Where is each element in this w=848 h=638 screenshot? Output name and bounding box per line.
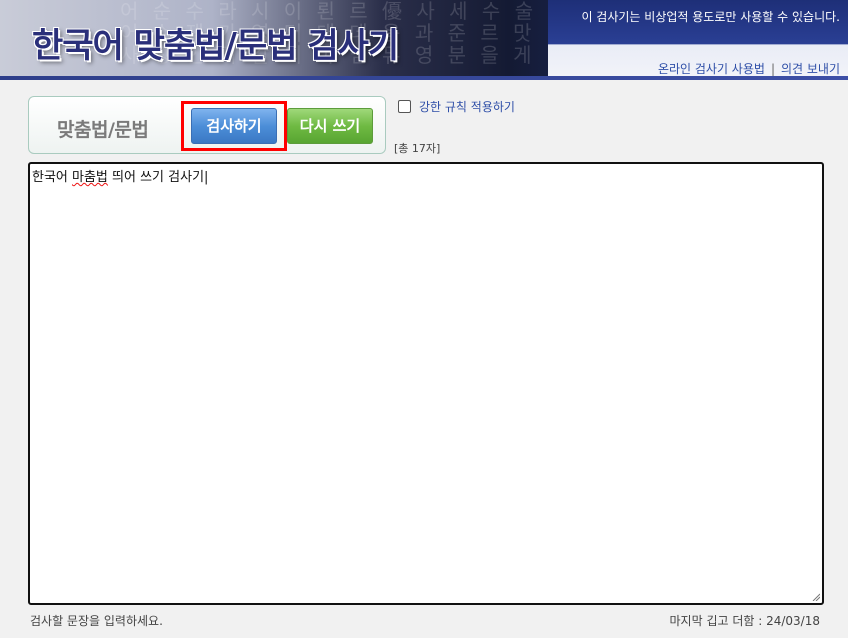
input-hint: 검사할 문장을 입력하세요. — [30, 614, 163, 628]
check-button[interactable]: 검사하기 — [191, 108, 277, 144]
strict-rule-label: 강한 규칙 적용하기 — [419, 100, 515, 114]
header-links: 온라인 검사기 사용법 | 의견 보내기 — [658, 60, 840, 77]
input-text: 띄어 쓰기 검사기| — [107, 170, 209, 185]
last-updated: 마지막 깁고 더함 : 24/03/18 — [669, 614, 820, 628]
feedback-link[interactable]: 의견 보내기 — [781, 62, 840, 76]
input-text-line: 한국어 마춤법 띄어 쓰기 검사기| — [32, 166, 820, 185]
character-count: [총 17자] — [394, 142, 441, 155]
strict-rule-checkbox[interactable] — [398, 100, 411, 113]
mode-label: 맞춤법/문법 — [57, 119, 149, 141]
text-input-area[interactable]: 한국어 마춤법 띄어 쓰기 검사기| — [28, 162, 824, 605]
usage-notice: 이 검사기는 비상업적 용도로만 사용할 수 있습니다. — [581, 10, 840, 24]
misspelled-word: 마춤법 — [72, 170, 108, 185]
input-text: 한국어 — [32, 170, 73, 185]
page: 어 순 수 라 시 이 뢴 르 優 사 세 수 술어 수 쟁 가 영 더 대 데… — [0, 0, 848, 638]
page-title: 한국어 맞춤법/문법 검사기 — [32, 26, 399, 66]
usage-guide-link[interactable]: 온라인 검사기 사용법 — [658, 62, 765, 76]
resize-handle-icon[interactable] — [812, 593, 820, 601]
control-box: 맞춤법/문법 검사하기 다시 쓰기 — [28, 96, 386, 154]
header-banner: 어 순 수 라 시 이 뢴 르 優 사 세 수 술어 수 쟁 가 영 더 대 데… — [0, 0, 848, 80]
reset-button[interactable]: 다시 쓰기 — [287, 108, 373, 144]
link-separator: | — [770, 62, 775, 76]
strict-rule-option[interactable]: 강한 규칙 적용하기 — [398, 98, 515, 115]
